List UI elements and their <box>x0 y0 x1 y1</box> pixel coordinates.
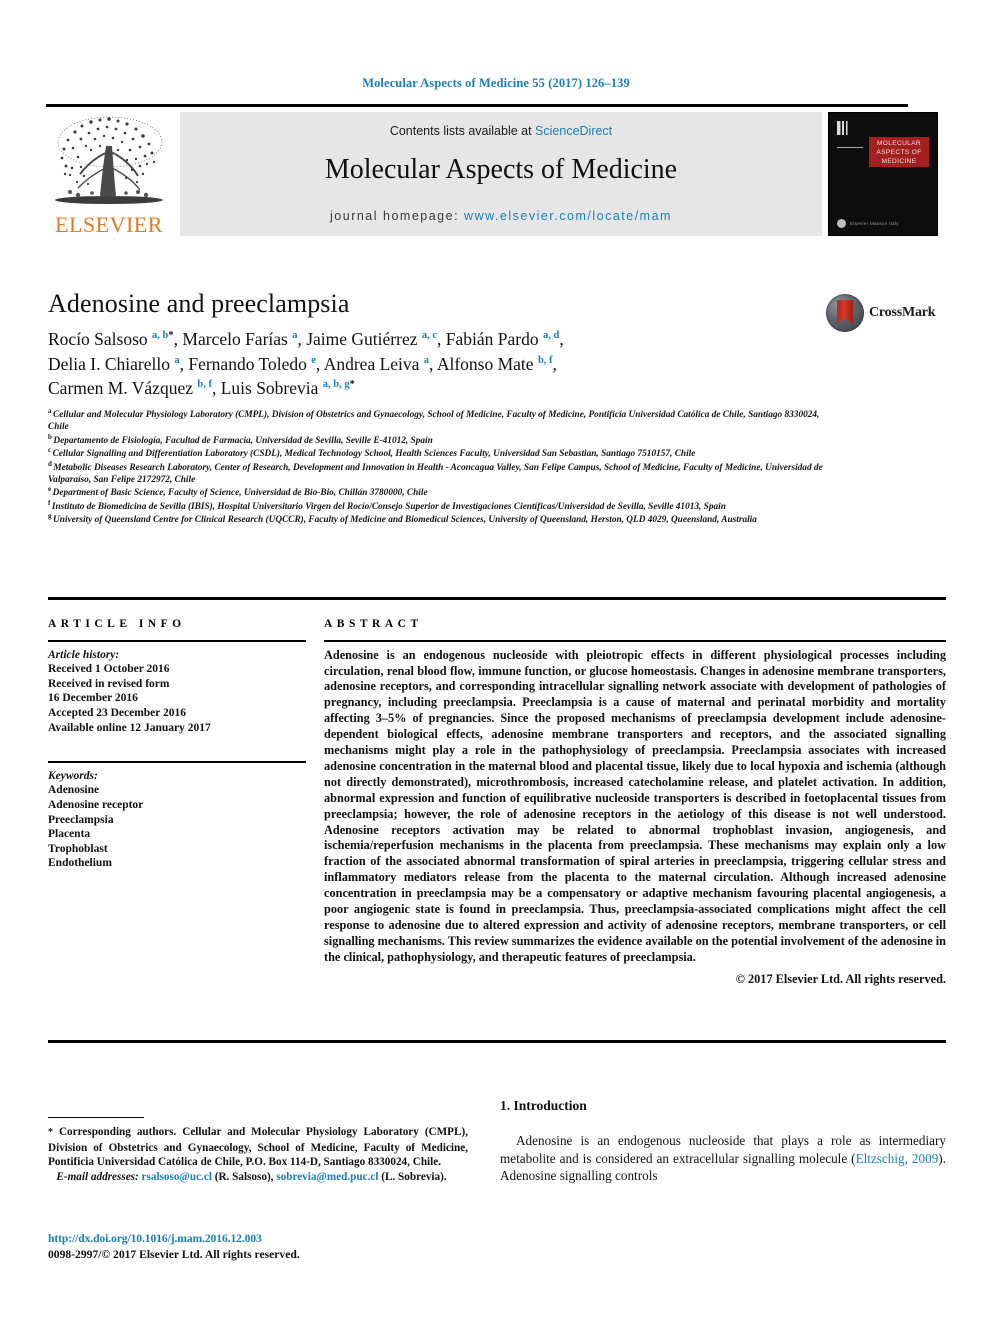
article-info-rule <box>48 640 306 642</box>
affiliation-text: Instituto de Biomedicina de Sevilla (IBI… <box>51 501 726 512</box>
abstract-heading: ABSTRACT <box>324 618 423 630</box>
cover-divider <box>837 147 863 148</box>
keyword-item: Endothelium <box>48 857 112 870</box>
keywords-block: Keywords: Adenosine Adenosine receptor Pre… <box>48 769 306 871</box>
elsevier-logo: ELSEVIER <box>48 112 170 237</box>
article-history-item: Available online 12 January 2017 <box>48 721 211 734</box>
abstract-body: Adenosine is an endogenous nucleoside wi… <box>324 647 946 964</box>
sciencedirect-link[interactable]: ScienceDirect <box>535 124 612 138</box>
crossmark-icon <box>826 294 864 332</box>
affiliation-list: a Cellular and Molecular Physiology Labor… <box>48 406 838 528</box>
introduction-heading: 1. Introduction <box>500 1098 587 1113</box>
qr-code-icon <box>837 121 851 135</box>
doi-block: http://dx.doi.org/10.1016/j.mam.2016.12.… <box>48 1232 468 1261</box>
journal-cover-thumbnail: MOLECULAR ASPECTS OF MEDICINE Elsevier M… <box>828 112 938 236</box>
page-title: Adenosine and preeclampsia <box>48 289 350 318</box>
affiliation-g: g University of Queensland Centre for Cli… <box>48 512 838 526</box>
affiliation-marker: a <box>48 406 52 415</box>
affiliation-d: d Metabolic Diseases Research Laboratory,… <box>48 459 838 487</box>
paper-first-page: Molecular Aspects of Medicine 55 (2017) … <box>0 0 992 1323</box>
affiliation-text: Metabolic Diseases Research Laboratory, … <box>48 462 823 486</box>
doi-link[interactable]: http://dx.doi.org/10.1016/j.mam.2016.12.… <box>48 1232 468 1245</box>
info-top-rule <box>48 597 946 600</box>
affiliation-b: b Departamento de Fisiología, Facultad de… <box>48 432 838 447</box>
citation-link-eltzschig[interactable]: Eltzschig, 2009 <box>856 1151 939 1166</box>
introduction-paragraph: Adenosine is an endogenous nucleoside th… <box>500 1132 946 1185</box>
affiliation-text: Department of Basic Science, Faculty of … <box>52 488 428 499</box>
affiliation-marker: f <box>48 498 51 507</box>
issn-copyright: 0098-2997/© 2017 Elsevier Ltd. All right… <box>48 1248 300 1261</box>
article-history: Article history: Received 1 October 2016… <box>48 648 306 736</box>
publisher-logo-icon <box>837 219 846 228</box>
footnote-star: * <box>48 1127 53 1139</box>
abstract-column: ABSTRACT Adenosine is an endogenous nucl… <box>324 618 946 987</box>
elsevier-tree-icon <box>55 116 163 204</box>
abstract-copyright: © 2017 Elsevier Ltd. All rights reserved… <box>735 971 946 986</box>
article-history-item: 16 December 2016 <box>48 692 138 705</box>
email-owner-salsoso: (R. Salsoso), <box>214 1171 274 1184</box>
cover-publisher-label: Elsevier Masson Italy <box>850 221 899 226</box>
crossmark-label: CrossMark <box>869 305 936 320</box>
article-history-item: Accepted 23 December 2016 <box>48 706 187 719</box>
elsevier-wordmark: ELSEVIER <box>55 212 163 237</box>
article-history-item: Received 1 October 2016 <box>48 663 170 676</box>
article-history-label: Article history: <box>48 648 120 661</box>
introduction-section: 1. Introduction Adenosine is an endogeno… <box>500 1098 946 1185</box>
corresponding-author-text: * Corresponding authors. Cellular and Mo… <box>48 1125 468 1169</box>
abstract-rule <box>324 640 946 642</box>
contents-line: Contents lists available at ScienceDirec… <box>180 124 822 138</box>
affiliation-f: f Instituto de Biomedicina de Sevilla (IB… <box>48 498 838 513</box>
article-history-item: Received in revised form <box>48 677 170 690</box>
article-info-heading: ARTICLE INFO <box>48 618 186 630</box>
affiliation-c: c Cellular Signalling and Differentiation… <box>48 446 838 460</box>
keyword-item: Preeclampsia <box>48 813 114 826</box>
keyword-item: Placenta <box>48 828 91 841</box>
corresponding-author-footnote: * Corresponding authors. Cellular and Mo… <box>48 1117 468 1185</box>
affiliation-text: Cellular and Molecular Physiology Labora… <box>48 410 820 433</box>
keyword-item: Adenosine receptor <box>48 798 144 811</box>
article-info-column: ARTICLE INFO Article history: Received 1… <box>48 618 306 871</box>
affiliation-text: University of Queensland Centre for Clin… <box>53 515 757 526</box>
homepage-line: journal homepage: www.elsevier.com/locat… <box>180 209 822 223</box>
affiliation-marker: g <box>48 512 52 521</box>
cover-publisher-mark: Elsevier Masson Italy <box>837 219 899 228</box>
info-bottom-rule <box>48 1040 946 1043</box>
keywords-label: Keywords: <box>48 769 98 782</box>
email-link-sobrevia[interactable]: sobrevia@med.puc.cl <box>276 1171 378 1183</box>
journal-masthead: ELSEVIER Contents lists available at Sci… <box>46 104 946 237</box>
affiliation-marker: c <box>48 446 52 455</box>
affiliation-text: Departamento de Fisiología, Facultad de … <box>53 435 433 446</box>
journal-band: Contents lists available at ScienceDirec… <box>180 112 822 236</box>
email-link-salsoso[interactable]: rsalsoso@uc.cl <box>142 1171 212 1183</box>
footnote-rule <box>48 1117 144 1119</box>
contents-prefix: Contents lists available at <box>389 124 536 138</box>
homepage-prefix: journal homepage: <box>330 209 465 223</box>
affiliation-marker: b <box>48 432 52 441</box>
affiliation-marker: e <box>48 485 52 494</box>
affiliation-text: Cellular Signalling and Differentiation … <box>52 449 696 460</box>
keywords-rule <box>48 761 306 763</box>
cover-title-box: MOLECULAR ASPECTS OF MEDICINE <box>869 137 929 167</box>
homepage-url-link[interactable]: www.elsevier.com/locate/mam <box>464 209 672 223</box>
affiliation-a: a Cellular and Molecular Physiology Labor… <box>48 406 838 434</box>
affiliation-e: e Department of Basic Science, Faculty of… <box>48 485 838 499</box>
journal-title: Molecular Aspects of Medicine <box>324 154 678 185</box>
author-list: Rocío Salsoso a, b*, Marcelo Farías a, J… <box>48 329 564 398</box>
email-owner-sobrevia: (L. Sobrevia). <box>381 1171 447 1184</box>
email-line: E-mail addresses: rsalsoso@uc.cl (R. Sal… <box>48 1170 468 1184</box>
keyword-item: Adenosine <box>48 784 100 797</box>
corresponding-author-body: Corresponding authors. Cellular and Mole… <box>48 1126 468 1168</box>
running-head: Molecular Aspects of Medicine 55 (2017) … <box>362 76 630 90</box>
email-label: E-mail addresses: <box>56 1171 139 1184</box>
crossmark-badge[interactable]: CrossMark <box>826 294 936 332</box>
masthead-top-rule <box>46 104 908 107</box>
keyword-item: Trophoblast <box>48 842 108 855</box>
affiliation-marker: d <box>48 459 52 468</box>
